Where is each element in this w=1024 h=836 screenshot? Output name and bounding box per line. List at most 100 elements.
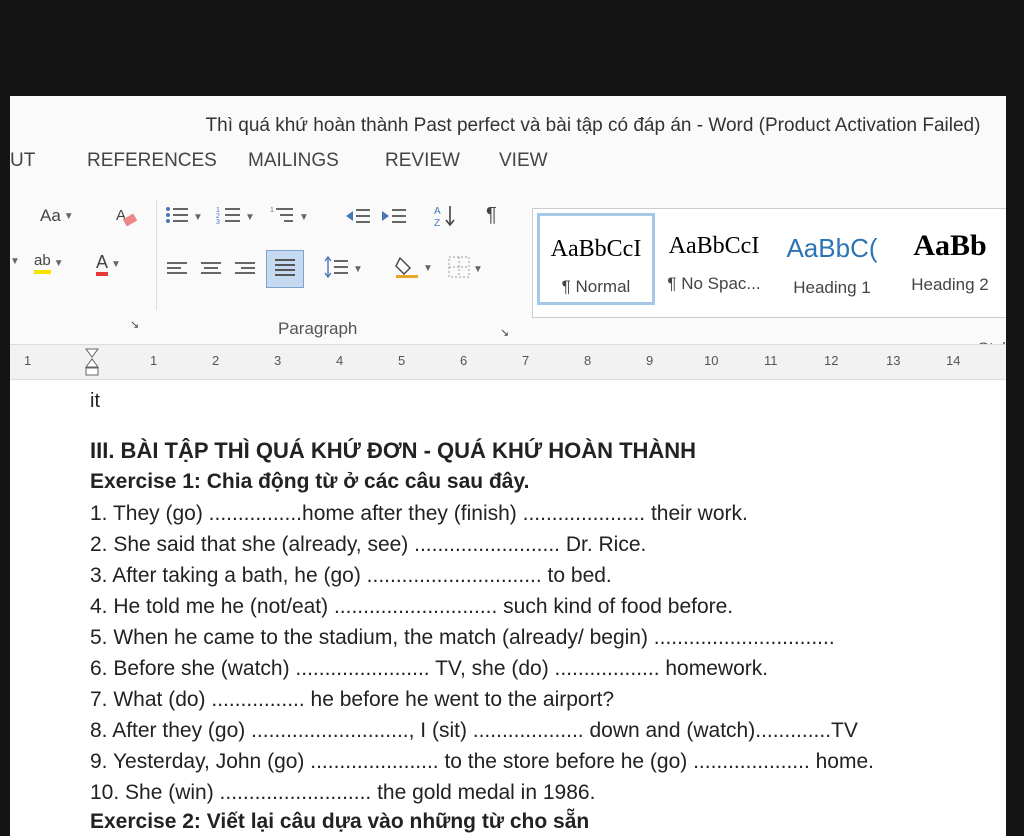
exercise-item: 2. She said that she (already, see) ....… [90,533,647,556]
align-right-icon [234,260,256,283]
decrease-indent-button[interactable] [344,206,372,231]
shading-button[interactable]: ▼ [394,254,433,283]
ruler-tick: 8 [584,353,592,368]
paragraph-group-label: Paragraph [278,319,358,338]
font-color-icon: A [96,252,109,276]
change-case-label: Aa [40,206,61,225]
exercise-item: 4. He told me he (not/eat) .............… [90,595,734,618]
numbered-list-icon: 123 [216,204,242,231]
paint-bucket-icon [394,254,420,283]
sort-button[interactable]: AZ [434,204,458,233]
svg-text:A: A [434,206,441,217]
exercise-item: 9. Yesterday, John (go) ................… [90,750,874,773]
style-heading-1[interactable]: AaBbC( Heading 1 [773,213,891,305]
ruler-tick: 13 [886,353,901,368]
section-heading: III. BÀI TẬP THÌ QUÁ KHỨ ĐƠN - QUÁ KHỨ H… [90,438,697,463]
chevron-down-icon: ▼ [473,264,483,275]
ruler-tick: 6 [460,353,468,368]
divider [156,200,157,310]
style-label: ¶ No Spac... [667,274,761,293]
font-color-button[interactable]: A ▼ [96,252,121,276]
borders-button[interactable]: ▼ [448,256,483,283]
chevron-down-icon: ▼ [63,210,74,222]
horizontal-ruler[interactable]: 1 1 2 3 4 5 6 7 8 9 10 11 12 13 14 [10,344,1006,380]
ruler-tick: 1 [24,353,32,368]
show-paragraph-marks-button[interactable]: ¶ [486,204,497,227]
style-preview: AaBbC( [786,233,878,263]
border-grid-icon [448,256,470,283]
ribbon-tabs: UT REFERENCES MAILINGS REVIEW VIEW [10,150,1006,180]
tab-mailings[interactable]: MAILINGS [248,150,339,172]
align-left-button[interactable] [166,260,188,283]
decrease-indent-icon [344,206,372,231]
tab-review[interactable]: REVIEW [385,150,460,172]
style-preview: AaBbCcI [668,233,760,259]
chevron-down-icon: ▼ [245,212,255,223]
style-label: Heading 2 [911,275,989,294]
ruler-tick: 14 [946,353,961,368]
ruler-tick: 5 [398,353,406,368]
text-line: it [90,390,100,412]
exercise-title: Exercise 1: Chia động từ ở các câu sau đ… [90,470,530,493]
chevron-down-icon: ▼ [423,263,433,274]
svg-text:Z: Z [434,218,440,228]
style-label: ¶ Normal [561,277,631,296]
dialog-launcher-icon: ↘ [500,327,510,339]
text-effects-dropdown[interactable]: ▼ [10,256,20,267]
indent-marker-icon[interactable] [84,347,100,382]
ruler-tick: 7 [522,353,530,368]
highlight-button[interactable]: ab ▼ [34,252,64,274]
exercise-item: 5. When he came to the stadium, the matc… [90,626,835,649]
pilcrow-icon: ¶ [486,204,497,226]
highlighter-icon: ab [34,252,51,274]
exercise-item: 7. What (do) ................ he before … [90,688,615,711]
align-center-icon [200,260,222,283]
styles-gallery: AaBbCcI ¶ Normal AaBbCcI ¶ No Spac... Aa… [532,208,1006,318]
increase-indent-icon [380,206,408,231]
chevron-down-icon: ▼ [193,212,203,223]
multilevel-list-icon: 1 [270,204,296,231]
ruler-tick: 11 [764,353,778,368]
word-window: Thì quá khứ hoàn thành Past perfect và b… [10,96,1006,836]
chevron-down-icon: ▼ [10,256,20,267]
eraser-icon: A [114,204,138,233]
font-dialog-launcher[interactable]: ↘ [130,318,139,331]
exercise-item: 1. They (go) ................home after … [90,502,748,525]
tab-view[interactable]: VIEW [499,150,548,172]
bullets-button[interactable]: ▼ [164,204,203,231]
chevron-down-icon: ▼ [53,257,64,269]
bullet-list-icon [164,204,190,231]
style-preview: AaBb [913,229,987,262]
sort-az-icon: AZ [434,204,458,233]
multilevel-list-button[interactable]: 1 ▼ [270,204,309,231]
justify-button[interactable] [266,250,304,288]
chevron-down-icon: ▼ [299,212,309,223]
style-no-spacing[interactable]: AaBbCcI ¶ No Spac... [655,213,773,305]
line-spacing-icon [324,255,350,283]
window-title: Thì quá khứ hoàn thành Past perfect và b… [205,115,981,136]
style-normal[interactable]: AaBbCcI ¶ Normal [537,213,655,305]
increase-indent-button[interactable] [380,206,408,231]
numbering-button[interactable]: 123 ▼ [216,204,255,231]
exercise-item: 8. After they (go) .....................… [90,719,858,742]
align-center-button[interactable] [200,260,222,283]
ruler-tick: 12 [824,353,839,368]
paragraph-dialog-launcher[interactable]: ↘ [500,326,509,339]
document-page[interactable]: it III. BÀI TẬP THÌ QUÁ KHỨ ĐƠN - QUÁ KH… [10,380,1006,836]
ruler-tick: 4 [336,353,344,368]
tab-references[interactable]: REFERENCES [87,150,217,172]
ruler-tick: 9 [646,353,654,368]
ruler-tick: 3 [274,353,282,368]
exercise-item: 10. She (win) ..........................… [90,781,596,804]
ruler-tick: 2 [212,353,220,368]
line-spacing-button[interactable]: ▼ [324,255,363,283]
svg-text:3: 3 [216,219,220,226]
change-case-button[interactable]: Aa ▼ [40,206,74,226]
chevron-down-icon: ▼ [353,264,363,275]
style-heading-2[interactable]: AaBb Heading 2 [891,213,1006,305]
exercise-item: 3. After taking a bath, he (go) ........… [90,564,612,587]
clear-formatting-button[interactable]: A [114,204,138,233]
align-right-button[interactable] [234,260,256,283]
tab-layout[interactable]: UT [10,150,35,172]
exercise-item: 6. Before she (watch) ..................… [90,657,769,680]
